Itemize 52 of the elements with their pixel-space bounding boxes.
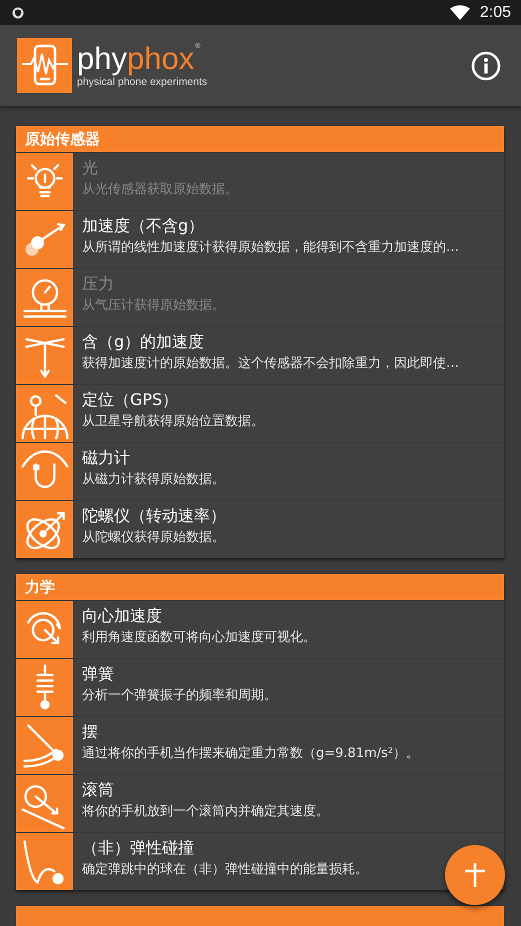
item-title: （非）弹性碰撞 xyxy=(82,837,195,859)
experiment-item[interactable]: 弹簧 分析一个弹簧振子的频率和周期。 xyxy=(16,658,504,716)
gyroscope-icon xyxy=(16,501,73,558)
item-description: 从光传感器获取原始数据。 xyxy=(82,181,238,199)
item-description: 获得加速度计的原始数据。这个传感器不会扣除重力，因此即使… xyxy=(82,355,459,373)
item-title: 向心加速度 xyxy=(82,605,163,627)
item-description: 确定弹跳中的球在（非）弹性碰撞中的能量损耗。 xyxy=(82,861,368,879)
item-title: 压力 xyxy=(82,273,115,295)
experiment-item[interactable]: 加速度（不含g） 从所谓的线性加速度计获得原始数据，能得到不含重力加速度的… xyxy=(16,210,504,268)
light-bulb-icon xyxy=(16,153,73,210)
item-title: 加速度（不含g） xyxy=(82,215,206,237)
item-title: 弹簧 xyxy=(82,663,115,685)
status-time: 2:05 xyxy=(480,4,511,22)
info-icon[interactable] xyxy=(471,50,501,81)
magnet-icon xyxy=(16,443,73,500)
item-title: 摆 xyxy=(82,721,99,743)
experiment-item[interactable]: 定位（GPS） 从卫星导航获得原始位置数据。 xyxy=(16,384,504,442)
item-description: 从所谓的线性加速度计获得原始数据，能得到不含重力加速度的… xyxy=(82,239,459,257)
item-title: 陀螺仪（转动速率） xyxy=(82,505,226,527)
phone-wave-icon xyxy=(17,38,72,94)
logo-tagline: physical phone experiments xyxy=(77,76,208,88)
logo-text-accent: phox xyxy=(126,43,194,74)
plus-icon xyxy=(465,863,485,887)
logo-text: phy xyxy=(77,43,127,74)
section-header: 力学 xyxy=(16,574,504,600)
item-description: 分析一个弹簧振子的频率和周期。 xyxy=(82,687,277,705)
item-title: 光 xyxy=(82,157,99,179)
shield-icon xyxy=(12,6,24,19)
item-description: 从陀螺仪获得原始数据。 xyxy=(82,529,226,547)
experiment-item[interactable]: 陀螺仪（转动速率） 从陀螺仪获得原始数据。 xyxy=(16,500,504,558)
item-title: 定位（GPS） xyxy=(82,389,180,411)
section-header: 原始传感器 xyxy=(16,126,504,152)
item-description: 从磁力计获得原始数据。 xyxy=(82,471,225,489)
experiment-item[interactable]: 磁力计 从磁力计获得原始数据。 xyxy=(16,442,504,500)
experiment-item[interactable]: 摆 通过将你的手机当作摆来确定重力常数（g=9.81m/s²）。 xyxy=(16,716,504,774)
item-title: 含（g）的加速度 xyxy=(82,331,206,353)
item-description: 从气压计获得原始数据。 xyxy=(82,297,225,315)
item-description: 将你的手机放到一个滚筒内并确定其速度。 xyxy=(82,803,329,821)
item-title: 磁力计 xyxy=(82,447,131,469)
pendulum-icon xyxy=(16,717,73,774)
spring-icon xyxy=(16,659,73,716)
item-title: 滚筒 xyxy=(82,779,115,801)
item-description: 通过将你的手机当作摆来确定重力常数（g=9.81m/s²）。 xyxy=(82,745,420,763)
experiment-item[interactable]: 滚筒 将你的手机放到一个滚筒内并确定其速度。 xyxy=(16,774,504,832)
globe-pin-icon xyxy=(16,385,73,442)
item-description: 从卫星导航获得原始位置数据。 xyxy=(82,413,264,431)
experiment-item[interactable]: 含（g）的加速度 获得加速度计的原始数据。这个传感器不会扣除重力，因此即使… xyxy=(16,326,504,384)
wifi-icon xyxy=(450,5,470,20)
rolling-cylinder-icon xyxy=(16,775,73,832)
item-description: 利用角速度函数可将向心加速度可视化。 xyxy=(82,629,316,647)
experiment-item[interactable]: 向心加速度 利用角速度函数可将向心加速度可视化。 xyxy=(16,600,504,658)
gauge-icon xyxy=(16,269,73,326)
